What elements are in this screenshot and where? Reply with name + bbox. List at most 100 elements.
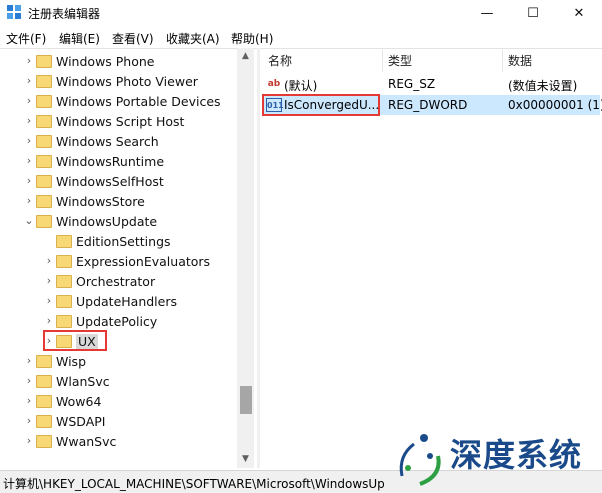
tree-node[interactable]: › WindowsStore (22, 191, 145, 211)
tree-scroll-thumb[interactable] (240, 386, 252, 414)
watermark-swirl-icon (399, 434, 441, 486)
folder-icon (56, 274, 72, 288)
folder-icon (36, 434, 52, 448)
title-bar: 注册表编辑器 — ☐ ✕ (0, 0, 602, 26)
menu-help[interactable]: 帮助(H) (231, 30, 273, 47)
watermark-text: 深度系统 (450, 436, 583, 474)
expand-chevron-icon[interactable]: › (22, 91, 36, 111)
tree-node[interactable]: › Windows Search (22, 131, 159, 151)
menu-bar: 文件(F) 编辑(E) 查看(V) 收藏夹(A) 帮助(H) (0, 26, 602, 48)
folder-icon (36, 134, 52, 148)
tree-node[interactable]: › UpdateHandlers (42, 291, 177, 311)
expand-chevron-icon[interactable]: › (22, 391, 36, 411)
folder-icon (56, 314, 72, 328)
tree-node[interactable]: EditionSettings (42, 231, 171, 251)
expand-chevron-icon[interactable]: › (22, 131, 36, 151)
menu-edit[interactable]: 编辑(E) (59, 30, 100, 47)
folder-icon (36, 94, 52, 108)
maximize-icon: ☐ (527, 5, 539, 21)
maximize-button[interactable]: ☐ (510, 0, 556, 26)
value-row-default[interactable]: ab (默认) REG_SZ (数值未设置) (262, 74, 600, 94)
tree-node-label: Windows Script Host (56, 113, 185, 129)
tree-node[interactable]: › ExpressionEvaluators (42, 251, 210, 271)
expand-chevron-icon[interactable]: › (22, 351, 36, 371)
close-icon: ✕ (573, 5, 585, 21)
registry-tree[interactable]: › Windows Phone › Windows Photo Viewer › Wind… (0, 48, 257, 469)
expand-chevron-icon[interactable]: › (22, 431, 36, 451)
current-key-path: 计算机\HKEY_LOCAL_MACHINE\SOFTWARE\Microsof… (3, 477, 385, 491)
folder-icon (36, 374, 52, 388)
tree-node-label: UpdateHandlers (76, 293, 178, 309)
tree-node[interactable]: › Orchestrator (42, 271, 155, 291)
tree-node[interactable]: › WindowsSelfHost (22, 171, 164, 191)
tree-node[interactable]: › WSDAPI (22, 411, 106, 431)
folder-icon (36, 214, 52, 228)
tree-node[interactable]: › WwanSvc (22, 431, 117, 451)
string-value-icon: ab (267, 79, 281, 89)
tree-node[interactable]: › Wow64 (22, 391, 102, 411)
column-divider[interactable] (382, 50, 383, 72)
minimize-icon: — (480, 5, 494, 21)
tree-node-label: Windows Portable Devices (56, 93, 221, 109)
folder-icon (36, 394, 52, 408)
watermark-logo: 深度系统 (392, 424, 598, 490)
expand-chevron-icon (42, 231, 56, 251)
window-title: 注册表编辑器 (28, 7, 101, 21)
tree-node[interactable]: › Windows Phone (22, 51, 155, 71)
expand-chevron-icon[interactable]: › (42, 291, 56, 311)
tree-node-label: UpdatePolicy (76, 313, 158, 329)
column-header-type[interactable]: 类型 (388, 52, 412, 69)
column-header-data[interactable]: 数据 (508, 52, 532, 69)
tree-node-label: EditionSettings (76, 233, 171, 249)
value-data: 0x00000001 (1) (508, 98, 602, 112)
tree-node-label: WindowsStore (56, 193, 145, 209)
folder-icon (36, 194, 52, 208)
menu-file[interactable]: 文件(F) (6, 30, 46, 47)
tree-node[interactable]: ⌄ WindowsUpdate (22, 211, 157, 231)
expand-chevron-icon[interactable]: › (22, 411, 36, 431)
menu-favorites[interactable]: 收藏夹(A) (166, 30, 220, 47)
registry-editor-icon (7, 5, 21, 19)
expand-chevron-icon[interactable]: › (22, 171, 36, 191)
value-name: (默认) (284, 79, 318, 93)
expand-chevron-icon[interactable]: › (22, 71, 36, 91)
folder-icon (36, 114, 52, 128)
value-type: REG_SZ (388, 77, 436, 91)
tree-node[interactable]: › WindowsRuntime (22, 151, 164, 171)
highlight-value-name-box (262, 94, 380, 116)
tree-node-label: Orchestrator (76, 273, 156, 289)
tree-node-label: WlanSvc (56, 373, 110, 389)
tree-node-label: WindowsRuntime (56, 153, 165, 169)
tree-node[interactable]: › Windows Script Host (22, 111, 185, 131)
scroll-up-arrow-icon[interactable]: ▲ (237, 48, 254, 65)
expand-chevron-icon[interactable]: › (22, 371, 36, 391)
menu-view[interactable]: 查看(V) (112, 30, 154, 47)
tree-node-label: WSDAPI (56, 413, 106, 429)
minimize-button[interactable]: — (464, 0, 510, 26)
close-button[interactable]: ✕ (556, 0, 602, 26)
folder-icon (56, 234, 72, 248)
expand-chevron-icon[interactable]: › (22, 51, 36, 71)
expand-chevron-icon[interactable]: › (42, 251, 56, 271)
expand-chevron-icon[interactable]: › (22, 151, 36, 171)
tree-node[interactable]: › Wisp (22, 351, 86, 371)
folder-icon (56, 294, 72, 308)
tree-node[interactable]: › UpdatePolicy (42, 311, 157, 331)
scroll-down-arrow-icon[interactable]: ▼ (237, 451, 254, 468)
tree-node[interactable]: › WlanSvc (22, 371, 110, 391)
value-type: REG_DWORD (388, 98, 468, 112)
tree-node[interactable]: › Windows Portable Devices (22, 91, 221, 111)
value-data: (数值未设置) (508, 79, 578, 93)
column-divider[interactable] (502, 50, 503, 72)
collapse-chevron-icon[interactable]: ⌄ (22, 211, 36, 231)
expand-chevron-icon[interactable]: › (42, 271, 56, 291)
tree-node-label: Wisp (56, 353, 87, 369)
expand-chevron-icon[interactable]: › (42, 311, 56, 331)
highlight-ux-key-box (43, 330, 107, 351)
folder-icon (36, 154, 52, 168)
tree-node[interactable]: › Windows Photo Viewer (22, 71, 198, 91)
expand-chevron-icon[interactable]: › (22, 111, 36, 131)
tree-node-label: Windows Search (56, 133, 159, 149)
expand-chevron-icon[interactable]: › (22, 191, 36, 211)
column-header-name[interactable]: 名称 (268, 52, 292, 69)
